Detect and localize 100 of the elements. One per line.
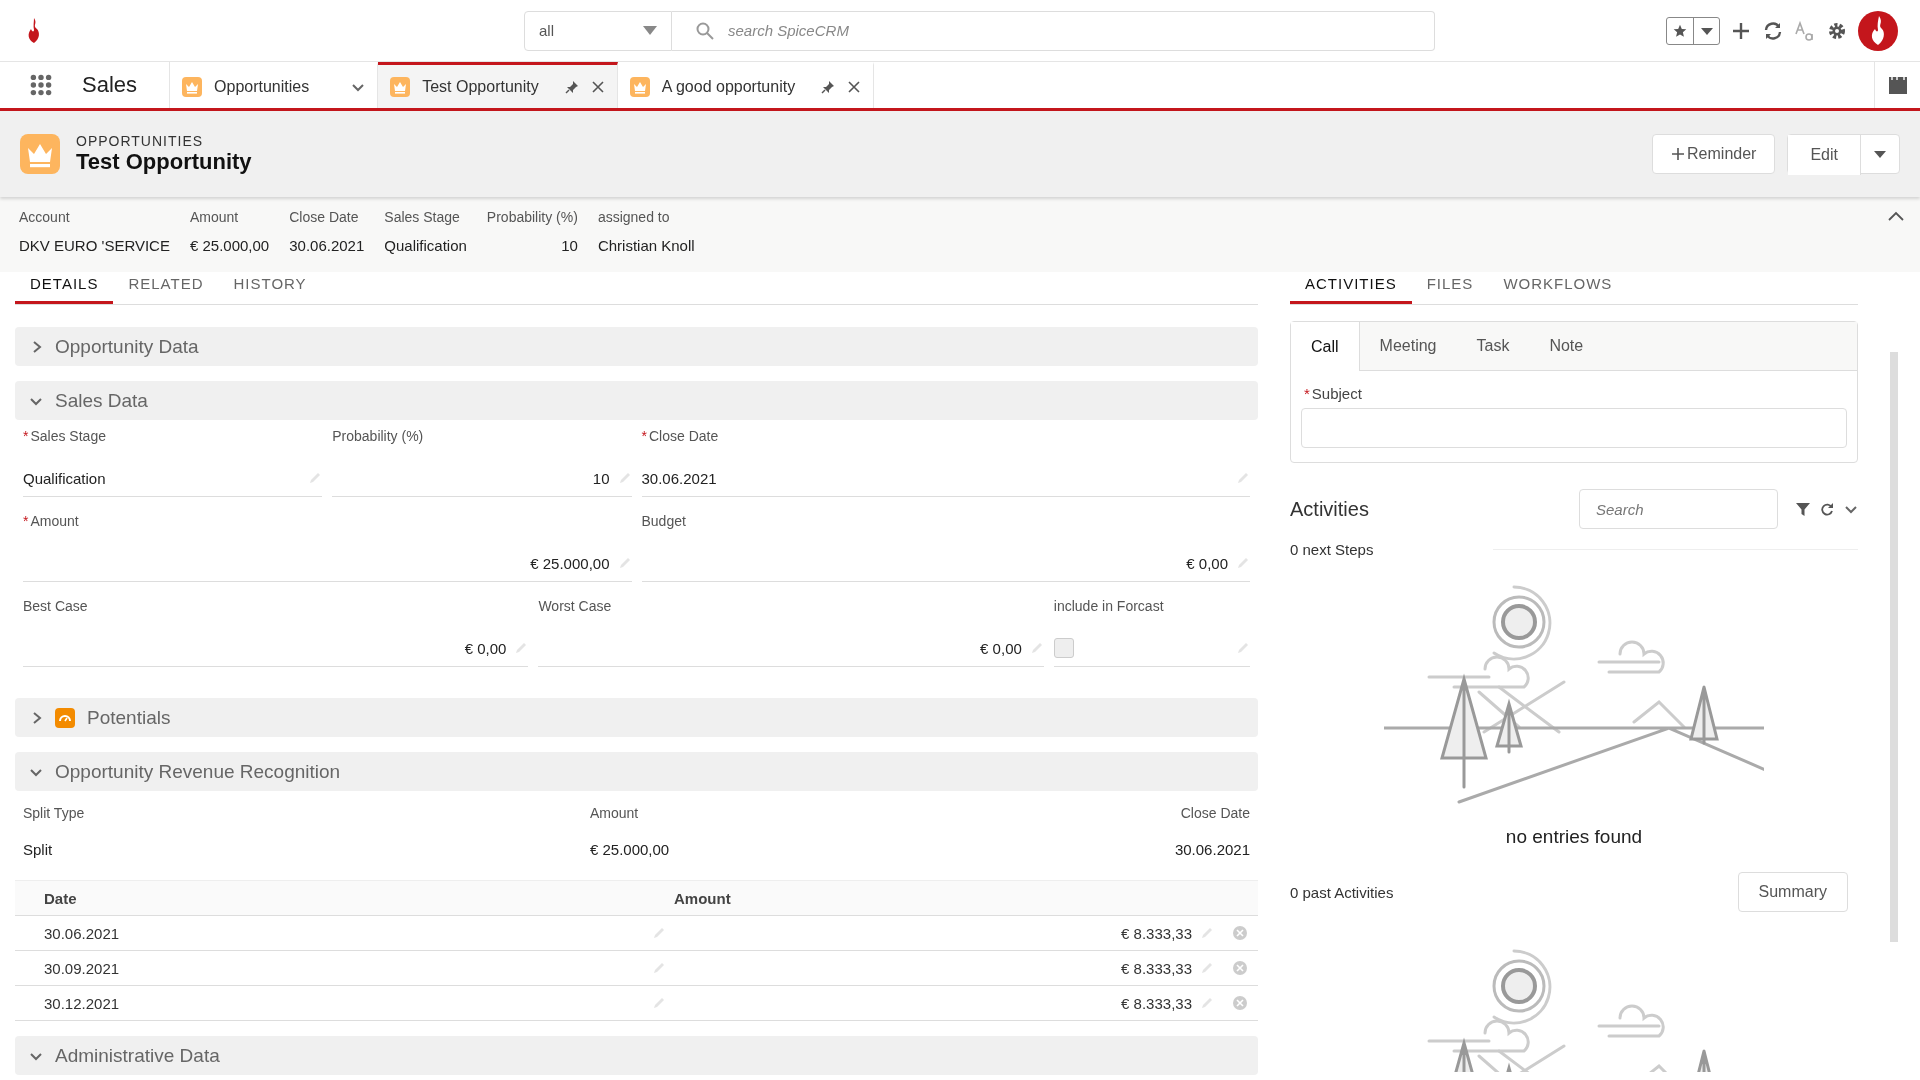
pencil-icon[interactable] (652, 996, 666, 1010)
field-value: € 25.000,00 (589, 841, 670, 858)
subject-field[interactable] (1301, 408, 1847, 448)
field-value: 10 (591, 469, 610, 487)
scope-dropdown[interactable]: all (524, 10, 672, 51)
summary-label: Sales Stage (384, 209, 461, 225)
field-label: Budget (641, 513, 687, 531)
pin-icon[interactable] (821, 79, 836, 94)
font-size-icon[interactable] (1794, 19, 1816, 42)
navigation-tab[interactable]: Opportunities (170, 62, 379, 108)
user-avatar[interactable] (1858, 10, 1898, 51)
required-mark: * (23, 513, 29, 529)
chevron-up-icon[interactable] (1888, 211, 1904, 221)
section-header[interactable]: Sales Data (15, 381, 1258, 420)
remove-icon[interactable] (1232, 925, 1248, 941)
search-icon (696, 21, 714, 40)
search-field[interactable]: Search (1579, 489, 1778, 529)
required-mark: * (641, 428, 647, 444)
table-cell-text: € 8.333,33 (1120, 994, 1192, 1012)
favorites-button[interactable] (1666, 16, 1720, 45)
refresh-icon[interactable] (1762, 19, 1784, 42)
field-label: *Close Date (641, 428, 720, 446)
module-label: OPPORTUNITIES (76, 133, 205, 149)
pencil-icon[interactable] (1200, 926, 1214, 940)
column-header: Date (44, 889, 78, 907)
section-tab[interactable]: FILES (1411, 272, 1489, 304)
close-icon[interactable] (847, 79, 862, 94)
activity-type-tab[interactable]: Task (1456, 322, 1530, 370)
app-launcher-icon[interactable] (30, 74, 52, 96)
pencil-icon[interactable] (1236, 471, 1250, 485)
refresh-icon[interactable] (1820, 502, 1834, 516)
scrollbar[interactable] (1890, 352, 1898, 942)
remove-icon[interactable] (1232, 960, 1248, 976)
navigation-tab[interactable]: A good opportunity (617, 62, 875, 108)
pin-icon[interactable] (564, 79, 579, 94)
pencil-icon[interactable] (308, 471, 323, 485)
edit-button[interactable]: Edit (1788, 135, 1861, 175)
pencil-icon[interactable] (514, 641, 529, 655)
table-cell-text: € 8.333,33 (1120, 959, 1192, 977)
activity-type-tab[interactable]: Note (1529, 322, 1604, 370)
empty-message: no entries found (1505, 826, 1643, 848)
crown-icon (390, 76, 411, 97)
section-tab[interactable]: RELATED (113, 272, 219, 304)
panel-title: Activities (1290, 497, 1369, 521)
app-name: Sales (56, 62, 171, 108)
section-header[interactable]: Opportunity Revenue Recognition (15, 752, 1258, 791)
section-header[interactable]: Opportunity Data (15, 327, 1258, 366)
navigation-tab[interactable]: Test Opportunity (378, 62, 618, 108)
caret-icon (643, 26, 657, 35)
field-label: Worst Case (538, 598, 613, 616)
field-label: Best Case (23, 598, 89, 616)
crown-icon (629, 76, 650, 97)
pencil-icon[interactable] (617, 556, 632, 570)
reminder-button[interactable]: Reminder (1652, 134, 1776, 174)
section-tab[interactable]: WORKFLOWS (1488, 272, 1628, 304)
remove-icon[interactable] (1232, 995, 1248, 1011)
summary-value: € 25.000,00 (189, 237, 270, 254)
section-tab[interactable]: HISTORY (218, 272, 322, 304)
required-mark: * (1304, 385, 1310, 402)
summary-value: 30.06.2021 (289, 237, 365, 254)
pencil-icon[interactable] (1236, 556, 1250, 570)
field-value: € 25.000,00 (529, 554, 610, 572)
pencil-icon[interactable] (1029, 641, 1044, 655)
field-label: Split Type (23, 805, 85, 821)
calendar-icon[interactable] (1886, 74, 1909, 96)
pencil-icon[interactable] (617, 471, 632, 485)
field-label: Amount (589, 805, 640, 821)
activity-type-tab[interactable]: Call (1291, 322, 1360, 371)
section-tab[interactable]: DETAILS (15, 272, 114, 304)
field-value: 30.06.2021 (1174, 841, 1250, 858)
table-cell-text: 30.09.2021 (44, 959, 121, 977)
field-label: include in Forcast (1053, 598, 1165, 616)
section-header[interactable]: Potentials (15, 698, 1258, 737)
table-cell-text: € 8.333,33 (1120, 924, 1192, 942)
pencil-icon[interactable] (1236, 641, 1250, 655)
filter-icon[interactable] (1796, 502, 1810, 516)
summary-label: Close Date (289, 209, 360, 225)
summary-value: DKV EURO 'SERVICE (19, 237, 170, 254)
activity-type-tab[interactable]: Meeting (1359, 322, 1457, 370)
field-value: Split (23, 841, 54, 858)
record-title: Test Opportunity (76, 149, 252, 175)
section-label: 0 past Activities (1290, 883, 1394, 901)
field-value: 30.06.2021 (641, 469, 718, 487)
summary-button[interactable]: Summary (1737, 872, 1848, 912)
section-header[interactable]: Administrative Data (15, 1036, 1258, 1075)
field-label: *Sales Stage (23, 428, 107, 446)
search-field[interactable]: search SpiceCRM (672, 10, 1435, 51)
section-tab[interactable]: ACTIVITIES (1290, 272, 1412, 304)
section-label: 0 next Steps (1290, 541, 1374, 558)
field-label: *Subject (1303, 385, 1363, 402)
column-header: Amount (674, 889, 732, 907)
field-value: € 0,00 (979, 639, 1022, 657)
checkbox[interactable] (1053, 638, 1074, 658)
pencil-icon[interactable] (1200, 996, 1214, 1010)
summary-label: assigned to (597, 209, 671, 225)
summary-value: Qualification (384, 237, 467, 254)
pencil-icon[interactable] (652, 926, 666, 940)
pencil-icon[interactable] (1200, 961, 1214, 975)
pencil-icon[interactable] (652, 961, 666, 975)
close-icon[interactable] (590, 79, 605, 94)
